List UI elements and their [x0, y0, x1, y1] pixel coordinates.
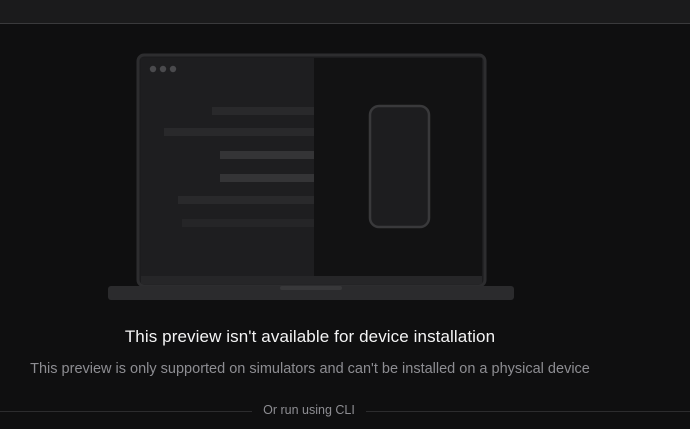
cli-divider: Or run using CLI [0, 403, 690, 419]
code-line [182, 219, 314, 227]
phone-icon [368, 104, 431, 229]
window-dot-icon [149, 65, 157, 73]
divider-line-right [366, 411, 690, 412]
unavailable-title: This preview isn't available for device … [124, 327, 496, 346]
laptop-bezel [141, 276, 482, 284]
window-dot-icon [159, 65, 167, 73]
divider-line-left [0, 411, 252, 412]
window-dot-icon [169, 65, 177, 73]
run-using-cli-link[interactable]: Or run using CLI [252, 403, 366, 417]
code-line [212, 107, 314, 115]
code-line [220, 151, 314, 159]
unavailable-description: This preview is only supported on simula… [30, 361, 590, 377]
code-line [178, 196, 314, 204]
laptop-phone-illustration [108, 53, 514, 300]
code-line [220, 174, 314, 182]
code-line [164, 128, 314, 136]
laptop-hinge-notch [280, 286, 342, 290]
laptop-editor-pane [141, 58, 314, 276]
